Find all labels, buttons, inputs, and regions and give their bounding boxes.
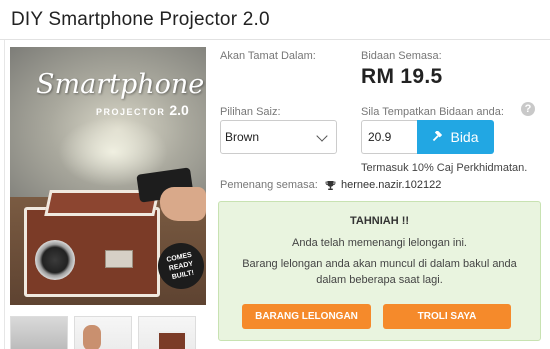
size-select[interactable]: Brown [220,120,337,154]
service-fee-note: Termasuk 10% Caj Perkhidmatan. [361,162,528,174]
size-select-value: Brown [225,130,260,144]
projector-box [24,190,160,297]
hand-shape [160,187,206,221]
thumbnail-box [157,331,187,349]
thumbnail-3[interactable] [138,316,196,349]
lens-icon [35,240,75,280]
current-winner-name: hernee.nazir.102122 [341,179,442,191]
place-bid-label: Sila Tempatkan Bidaan anda: [361,106,504,118]
success-heading: TAHNIAH !! [349,215,410,227]
bid-amount-input[interactable] [361,120,417,154]
cart-notice-line-1: Barang lelongan anda akan muncul di dala… [242,258,517,270]
auction-items-button[interactable]: BARANG LELONGAN [242,304,371,329]
bid-button-label: Bida [450,129,479,145]
thumbnail-hand [83,325,101,349]
end-time-label: Akan Tamat Dalam: [220,50,316,62]
gavel-icon [433,131,443,142]
success-message: Anda telah memenangi lelongan ini. [292,237,467,249]
current-bid-value: RM 19.5 [361,65,443,88]
current-bid-label: Bidaan Semasa: [361,50,442,62]
trophy-icon [325,181,336,190]
success-panel: TAHNIAH !! Anda telah memenangi lelongan… [218,201,541,341]
product-subtitle: PROJECTOR 2.0 [96,102,189,118]
thumbnail-2[interactable] [74,316,132,349]
focus-slider [105,250,133,268]
chevron-down-icon [316,130,328,142]
product-subtitle-text: PROJECTOR [96,107,166,117]
bid-button[interactable]: Bida [417,120,494,154]
product-brand: Smartphone [36,69,205,100]
my-cart-button[interactable]: TROLI SAYA [383,304,511,329]
product-version: 2.0 [169,102,189,118]
thumbnail-1[interactable] [10,316,68,349]
title-bar: DIY Smartphone Projector 2.0 [0,0,550,40]
current-winner-label: Pemenang semasa: [220,179,318,191]
help-icon[interactable]: ? [521,102,535,116]
size-label: Pilihan Saiz: [220,106,281,118]
cart-notice-line-2: dalam beberapa saat lagi. [316,274,443,286]
page-title: DIY Smartphone Projector 2.0 [11,9,270,30]
product-image[interactable]: Smartphone PROJECTOR 2.0 COMES READY BUI… [10,47,206,305]
